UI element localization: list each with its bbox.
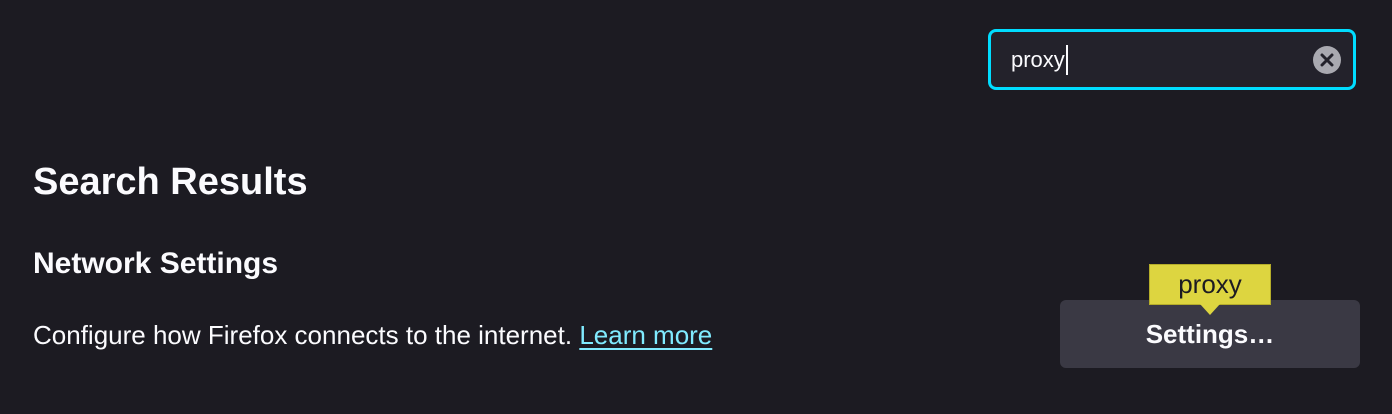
clear-search-button[interactable] <box>1313 45 1341 74</box>
section-title-network-settings: Network Settings <box>33 247 279 280</box>
description-text: Configure how Firefox connects to the in… <box>33 320 573 350</box>
network-settings-description: Configure how Firefox connects to the in… <box>33 318 712 352</box>
page-title: Search Results <box>33 161 308 203</box>
tooltip-arrow <box>1200 304 1220 315</box>
search-highlight-tooltip: proxy <box>1149 264 1271 305</box>
text-caret <box>1065 44 1068 75</box>
learn-more-link[interactable]: Learn more <box>579 320 712 350</box>
search-field[interactable]: proxy <box>988 29 1356 90</box>
close-icon <box>1320 53 1334 66</box>
search-input-value[interactable]: proxy <box>1011 47 1065 73</box>
